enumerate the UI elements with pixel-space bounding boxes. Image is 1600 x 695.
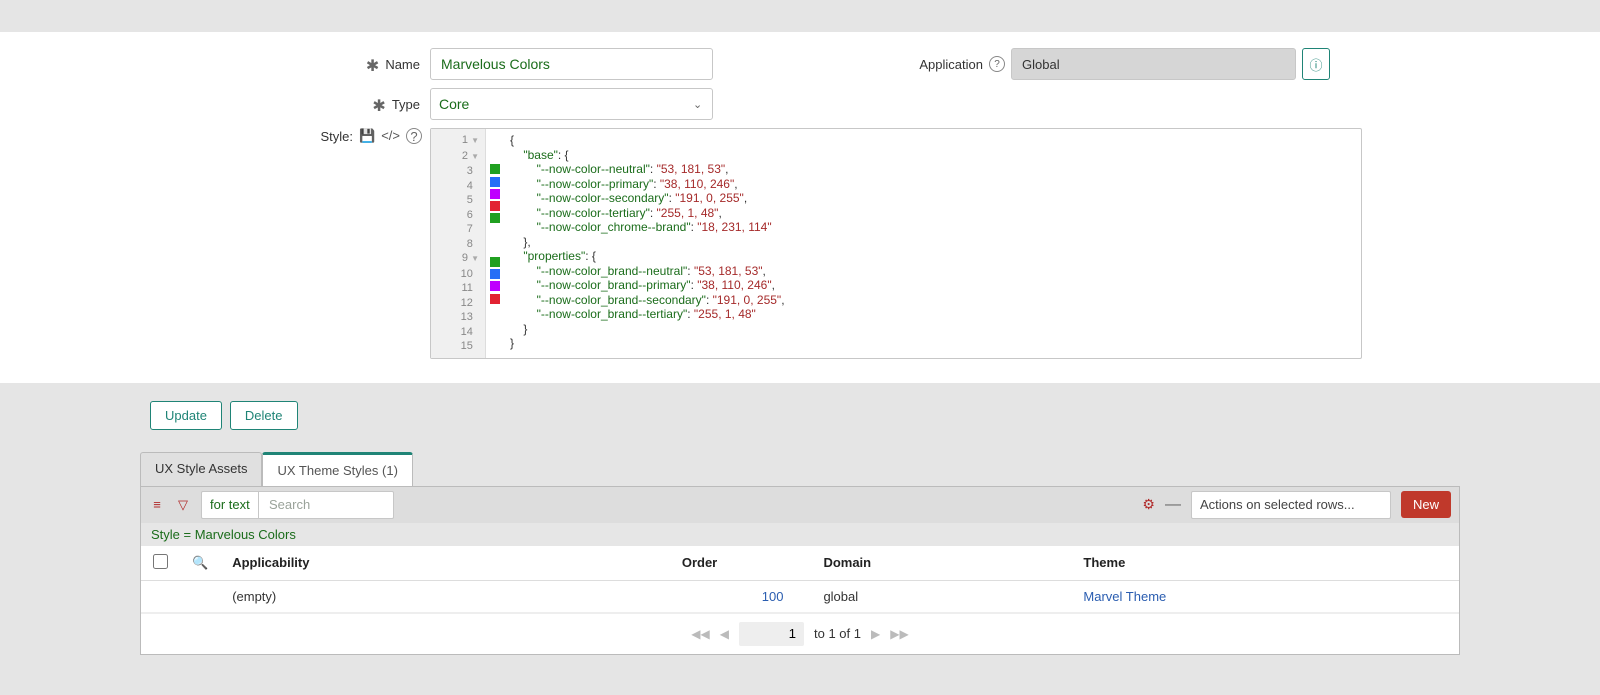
- delete-button[interactable]: Delete: [230, 401, 298, 430]
- tab-ux-style-assets[interactable]: UX Style Assets: [140, 452, 262, 486]
- col-applicability[interactable]: Applicability: [220, 546, 587, 581]
- page-number-input[interactable]: [739, 622, 804, 646]
- pager: ◀◀ ◀ to 1 of 1 ▶ ▶▶: [141, 613, 1459, 654]
- info-button[interactable]: ⓘ: [1302, 48, 1330, 80]
- collapse-icon[interactable]: —: [1165, 496, 1181, 514]
- required-icon: ✱: [366, 56, 379, 76]
- tab-ux-theme-styles[interactable]: UX Theme Styles (1): [262, 452, 412, 486]
- menu-icon[interactable]: ≡: [149, 497, 165, 512]
- first-page-icon[interactable]: ◀◀: [691, 627, 709, 641]
- form-section: ✱ Name Application ? Global ⓘ ✱ Type Cor…: [0, 32, 1600, 383]
- style-label: Style:: [321, 129, 354, 144]
- pager-summary: to 1 of 1: [814, 626, 861, 641]
- cell-theme-link[interactable]: Marvel Theme: [1083, 589, 1166, 604]
- next-page-icon[interactable]: ▶: [871, 627, 880, 641]
- related-list-table: 🔍 Applicability Order Domain Theme (empt…: [141, 546, 1459, 613]
- cell-domain: global: [811, 580, 1071, 612]
- search-mode-select[interactable]: for text: [201, 491, 259, 519]
- name-input[interactable]: [430, 48, 713, 80]
- application-reference[interactable]: Global: [1011, 48, 1296, 80]
- filter-icon[interactable]: ▽: [175, 497, 191, 513]
- update-button[interactable]: Update: [150, 401, 222, 430]
- application-label: Application: [919, 57, 983, 72]
- list-toolbar: ≡ ▽ for text ⚙ — Actions on selected row…: [141, 487, 1459, 523]
- type-select[interactable]: Core: [430, 88, 713, 120]
- filter-breadcrumb[interactable]: Style = Marvelous Colors: [141, 523, 1459, 546]
- gear-icon[interactable]: ⚙: [1142, 496, 1155, 513]
- cell-order: 100: [588, 580, 812, 612]
- prev-page-icon[interactable]: ◀: [720, 627, 729, 641]
- related-list-panel: ≡ ▽ for text ⚙ — Actions on selected row…: [140, 486, 1460, 655]
- code-icon[interactable]: </>: [381, 128, 400, 144]
- table-row[interactable]: (empty) 100 global Marvel Theme: [141, 580, 1459, 612]
- help-icon[interactable]: ?: [989, 56, 1005, 72]
- save-icon[interactable]: 💾: [359, 128, 375, 144]
- select-all-checkbox[interactable]: [153, 554, 168, 569]
- style-code-editor[interactable]: 1 ▼2 ▼3 4 5 6 7 8 9 ▼10 11 12 13 14 15 {…: [430, 128, 1362, 359]
- col-theme[interactable]: Theme: [1071, 546, 1459, 581]
- cell-applicability: (empty): [220, 580, 587, 612]
- new-button[interactable]: New: [1401, 491, 1451, 518]
- required-icon: ✱: [372, 96, 385, 116]
- actions-select[interactable]: Actions on selected rows...: [1191, 491, 1391, 519]
- name-label: ✱ Name: [110, 54, 430, 74]
- col-domain[interactable]: Domain: [811, 546, 1071, 581]
- type-label: ✱ Type: [110, 94, 430, 114]
- last-page-icon[interactable]: ▶▶: [890, 627, 908, 641]
- help-icon[interactable]: ?: [406, 128, 422, 144]
- search-icon[interactable]: 🔍: [192, 555, 208, 570]
- list-search-input[interactable]: [259, 491, 394, 519]
- col-order[interactable]: Order: [588, 546, 812, 581]
